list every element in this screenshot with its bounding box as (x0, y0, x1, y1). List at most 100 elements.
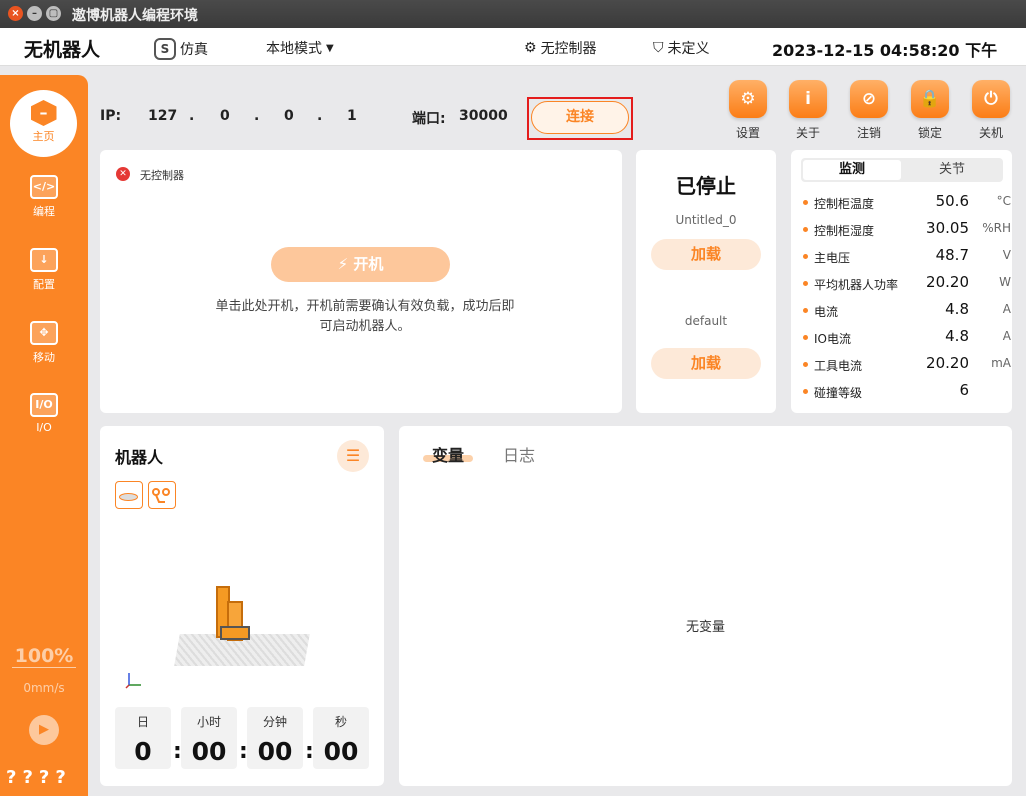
sidebar-item-io[interactable]: I/O I/O (0, 393, 88, 434)
settings-button[interactable]: ⚙ 设置 (725, 80, 771, 141)
maximize-window-icon[interactable]: ▢ (46, 6, 61, 21)
tab-variables[interactable]: 变量 (432, 442, 464, 466)
monitor-row: 工具电流 20.20 mA (803, 354, 1011, 381)
minimize-window-icon[interactable]: – (27, 6, 42, 21)
load-config-button[interactable]: 加载 (651, 348, 761, 379)
robot-view-button[interactable] (148, 481, 176, 509)
variables-card: 变量 日志 无变量 (399, 426, 1012, 786)
base-view-button[interactable] (115, 481, 143, 509)
monitor-row: 平均机器人功率 20.20 W (803, 273, 1011, 300)
home-icon: – (30, 100, 57, 126)
sidebar-item-config[interactable]: ↓ 配置 (0, 248, 88, 292)
load-program-button[interactable]: 加载 (651, 239, 761, 270)
platform-icon (119, 493, 138, 501)
empty-variables-message: 无变量 (685, 620, 725, 635)
sidebar-item-home[interactable]: – 主页 (10, 90, 77, 157)
ip-label: IP: (100, 108, 122, 124)
io-icon: I/O (30, 393, 58, 417)
ip-octet-2[interactable]: 0 (220, 108, 230, 124)
power-on-button[interactable]: ⚡ 开机 (271, 247, 450, 282)
monitor-tabs: 监测 关节 (801, 158, 1003, 182)
simulation-icon: S (154, 38, 176, 60)
sidebar-item-label: 主页 (32, 130, 55, 143)
error-icon: ✕ (116, 167, 130, 181)
program-name: Untitled_0 (675, 213, 737, 227)
robot-base (220, 626, 250, 640)
port-value[interactable]: 30000 (459, 108, 508, 124)
tab-log[interactable]: 日志 (503, 442, 535, 466)
robot-state: 已停止 (676, 174, 736, 198)
mode-dropdown[interactable]: 本地模式 ▼ (266, 38, 334, 58)
sidebar-item-label: 编程 (33, 205, 55, 218)
program-state-card: 已停止 Untitled_0 加载 default 加载 (636, 150, 776, 413)
close-window-icon[interactable]: × (8, 6, 23, 21)
controller-label: 无控制器 (540, 41, 597, 57)
lock-button[interactable]: 🔒 锁定 (907, 80, 953, 141)
tool-label: 关于 (795, 126, 820, 140)
controller-status: ⚙ 无控制器 (524, 38, 597, 58)
safety-status: ⛉ 未定义 (653, 38, 710, 58)
sidebar: – 主页 </> 编程 ↓ 配置 ✥ 移动 I/O I/O 100% 0mm/s… (0, 75, 88, 796)
monitor-card: 监测 关节 控制柜温度 50.6 °C 控制柜湿度 30.05 %RH 主电压 48.7 V… (791, 150, 1012, 413)
datetime: 2023-12-15 04:58:20 下午 (772, 41, 998, 60)
port-label: 端口: (412, 111, 446, 127)
ip-dot: . (317, 108, 323, 124)
tool-label: 注销 (856, 126, 881, 140)
help-status: ???? (6, 767, 72, 788)
sidebar-item-program[interactable]: </> 编程 (0, 175, 88, 219)
sidebar-item-label: 移动 (33, 351, 55, 364)
ip-octet-1[interactable]: 127 (148, 108, 177, 124)
axis-icon (125, 673, 141, 689)
runtime-days: 日0 (115, 707, 171, 769)
lock-icon: 🔒 (911, 80, 949, 118)
sidebar-item-move[interactable]: ✥ 移动 (0, 321, 88, 365)
logout-button[interactable]: ⊘ 注销 (846, 80, 892, 141)
power-hint: 单击此处开机，开机前需要确认有效负载，成功后即可启动机器人。 (215, 299, 515, 334)
monitor-row: 控制柜湿度 30.05 %RH (803, 219, 1011, 246)
tool-label: 设置 (735, 126, 760, 140)
tool-label: 锁定 (917, 126, 942, 140)
monitor-row: 碰撞等级 6 (803, 381, 1011, 408)
shutdown-button[interactable]: ⏻ 关机 (968, 80, 1014, 141)
monitor-row: 主电压 48.7 V (803, 246, 1011, 273)
runtime-seconds: 秒 00 (313, 707, 369, 769)
move-icon: ✥ (30, 321, 58, 345)
robot-card: 机器人 ☰ 日0 : 小时 00 : 分钟 00 : 秒 00 (100, 426, 384, 786)
about-button[interactable]: i 关于 (785, 80, 831, 141)
speed-percent[interactable]: 100% (0, 645, 88, 667)
code-icon: </> (30, 175, 58, 199)
mode-label: 本地模式 (266, 41, 322, 57)
ip-dot: . (189, 108, 195, 124)
ip-octet-4[interactable]: 1 (347, 108, 357, 124)
tool-label: 关机 (978, 126, 1003, 140)
robot-arm-icon (152, 488, 170, 503)
monitor-row: 电流 4.8 A (803, 300, 1011, 327)
window-title: 遨博机器人编程环境 (72, 8, 198, 24)
ip-dot: . (254, 108, 260, 124)
shield-icon: ⛉ (653, 40, 664, 56)
gear-icon: ⚙ (729, 80, 767, 118)
list-icon[interactable]: ☰ (337, 440, 369, 472)
simulation-toggle[interactable]: S 仿真 (154, 38, 208, 60)
logout-icon: ⊘ (850, 80, 888, 118)
connect-button[interactable]: 连接 (531, 101, 629, 134)
runtime-minutes: 分钟 00 (247, 707, 303, 769)
speed-value: 0mm/s (23, 681, 65, 695)
monitor-row: 控制柜温度 50.6 °C (803, 192, 1011, 219)
safety-label: 未定义 (667, 41, 710, 57)
top-header: 无机器人 S 仿真 本地模式 ▼ ⚙ 无控制器 ⛉ 未定义 2023-12-15… (0, 28, 1026, 66)
sidebar-item-label: 配置 (33, 278, 55, 291)
robot-name: 无机器人 (24, 39, 101, 61)
ip-octet-3[interactable]: 0 (284, 108, 294, 124)
tab-monitor[interactable]: 监测 (803, 160, 901, 180)
runtime-hours: 小时 00 (181, 707, 237, 769)
robot-card-title: 机器人 (115, 448, 164, 467)
play-icon[interactable]: ▶ (29, 715, 59, 745)
config-name: default (684, 314, 728, 328)
window-titlebar: × – ▢ 遨博机器人编程环境 (0, 0, 1026, 28)
monitor-row: IO电流 4.8 A (803, 327, 1011, 354)
power-card: ✕ 无控制器 ⚡ 开机 单击此处开机，开机前需要确认有效负载，成功后即可启动机器… (100, 150, 622, 413)
tab-joints[interactable]: 关节 (903, 160, 1001, 180)
error-message: 无控制器 (140, 169, 184, 182)
speed-divider (12, 667, 76, 668)
